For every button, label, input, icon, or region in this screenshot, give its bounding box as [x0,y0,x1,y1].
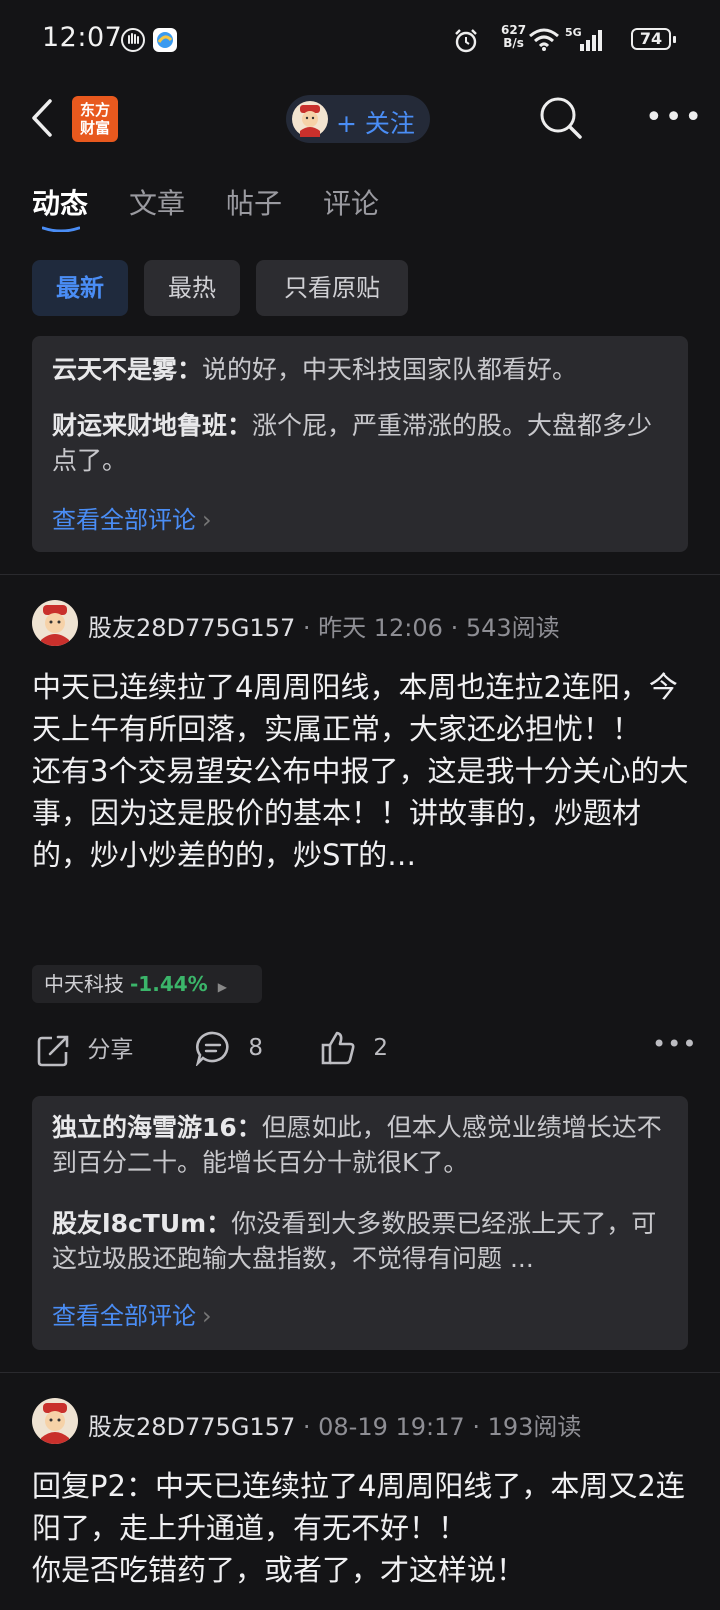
read-count: 543阅读 [465,614,560,642]
divider [0,574,720,575]
play-icon: ▶ [217,980,227,994]
list-item: 独立的海雪游16：但愿如此，但本人感觉业绩增长达不到百分二十。能增长百分十就很K… [52,1110,668,1180]
comment-author[interactable]: 财运来财地鲁班： [52,411,252,440]
tab-posts[interactable]: 帖子 [226,182,282,222]
list-item: 云天不是雾：说的好，中天科技国家队都看好。 [52,352,668,387]
filter-latest[interactable]: 最新 [32,260,128,316]
tab-articles[interactable]: 文章 [129,182,185,222]
search-icon[interactable] [538,95,584,141]
comment-author[interactable]: 云天不是雾： [52,355,202,384]
battery-indicator: 74 [631,28,676,50]
post-meta: 股友28D775G157 · 08-19 19:17 · 193阅读 [88,1413,582,1441]
share-label: 分享 [87,1037,134,1063]
signal-icon [580,30,602,51]
post-meta: 股友28D775G157 · 昨天 12:06 · 543阅读 [88,614,560,642]
list-item: 股友l8cTUm：你没看到大多数股票已经涨上天了，可这垃圾股还跑输大盘指数，不觉… [52,1206,668,1276]
hand-icon [121,28,145,52]
avatar[interactable] [32,600,78,646]
filter-original-only[interactable]: 只看原贴 [256,260,408,316]
app-logo[interactable]: 东方 财富 [72,96,118,142]
view-all-comments-link[interactable]: 查看全部评论 › [52,1296,212,1331]
avatar [292,101,328,137]
fortune-god-icon [300,105,320,137]
status-time: 12:07 [42,22,123,53]
comment-author[interactable]: 股友l8cTUm： [52,1209,231,1238]
comment-text: 说的好，中天科技国家队都看好。 [202,355,578,384]
post-more-icon[interactable]: ••• [652,1030,697,1058]
post-time: 昨天 12:06 [318,614,443,642]
share-button[interactable]: 分享 [36,1030,133,1068]
fortune-god-icon [41,605,69,646]
follow-label: + 关注 [336,109,415,138]
like-count: 2 [373,1034,388,1061]
comment-preview-box[interactable]: 独立的海雪游16：但愿如此，但本人感觉业绩增长达不到百分二十。能增长百分十就很K… [32,1096,688,1350]
comment-author[interactable]: 独立的海雪游16： [52,1113,262,1142]
app-notification-icon [153,28,177,52]
avatar[interactable] [32,1398,78,1444]
stock-change: -1.44% [130,972,208,996]
comment-button[interactable]: 8 [195,1030,263,1068]
comment-count: 8 [248,1034,263,1061]
comment-preview-box[interactable]: 云天不是雾：说的好，中天科技国家队都看好。 财运来财地鲁班：涨个屁，严重滞涨的股… [32,336,688,552]
stock-name: 中天科技 [44,972,124,996]
tab-comments[interactable]: 评论 [323,182,379,222]
alarm-icon [455,29,477,53]
post-time: 08-19 19:17 [318,1413,465,1441]
read-count: 193阅读 [487,1413,582,1441]
back-button[interactable] [30,98,56,138]
view-all-comments-link[interactable]: 查看全部评论 › [52,500,212,535]
fortune-god-icon [41,1403,69,1444]
post-content[interactable]: 回复P2：中天已连续拉了4周周阳线了，本周又2连阳了，走上升通道，有无不好！！ … [32,1465,692,1591]
divider [0,1372,720,1373]
comment-icon [195,1031,229,1068]
like-button[interactable]: 2 [320,1030,388,1066]
tab-dynamic[interactable]: 动态 [32,182,88,222]
status-bar: 12:07 627 B/s 5G 74 [0,0,720,80]
filter-hot[interactable]: 最热 [144,260,240,316]
share-icon [37,1035,69,1066]
stock-tag[interactable]: 中天科技 -1.44% ▶ [32,965,262,1003]
network-speed: 627 B/s [501,23,527,50]
thumbs-up-icon [321,1031,355,1065]
more-icon[interactable]: ••• [645,100,704,135]
username[interactable]: 股友28D775G157 [88,1413,295,1441]
active-tab-indicator [42,226,80,232]
list-item: 财运来财地鲁班：涨个屁，严重滞涨的股。大盘都多少点了。 [52,408,668,478]
wifi-icon [529,28,559,51]
username[interactable]: 股友28D775G157 [88,614,295,642]
follow-button[interactable]: + 关注 [286,95,430,143]
post-content[interactable]: 中天已连续拉了4周周阳线，本周也连拉2连阳，今天上午有所回落，实属正常，大家还必… [32,666,692,876]
